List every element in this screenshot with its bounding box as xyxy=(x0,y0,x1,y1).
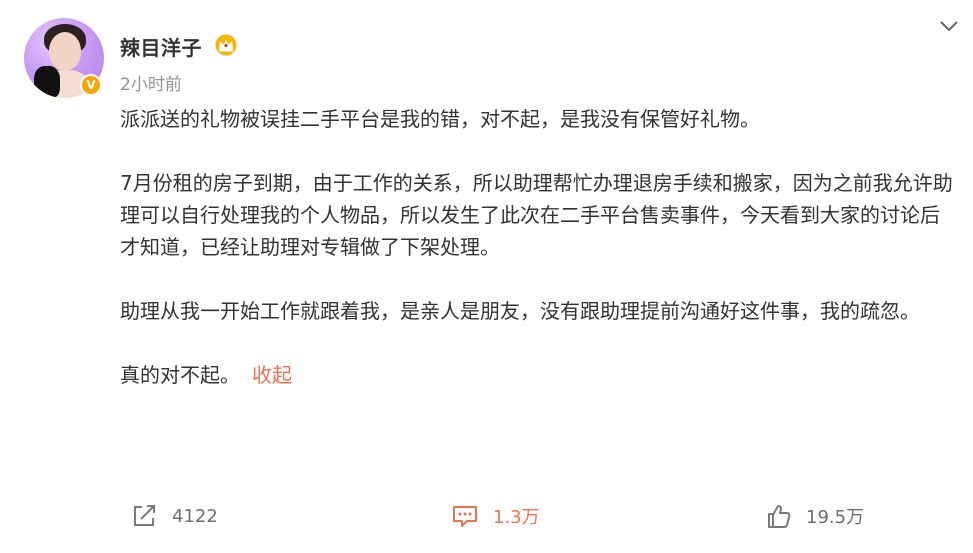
like-count: 19.5万 xyxy=(806,507,865,528)
repost-icon xyxy=(134,505,155,526)
post-content: 派派送的礼物被误挂二手平台是我的错，对不起，是我没有保管好礼物。 7月份租的房子… xyxy=(120,103,955,391)
post-time[interactable]: 2小时前 xyxy=(120,70,182,95)
verified-v-badge-icon: V xyxy=(80,74,102,96)
comment-icon xyxy=(453,506,477,527)
avatar-face xyxy=(49,32,81,70)
post-paragraph: 派派送的礼物被误挂二手平台是我的错，对不起，是我没有保管好礼物。 xyxy=(120,107,760,131)
author-name[interactable]: 辣目洋子 xyxy=(120,32,202,61)
comment-count: 1.3万 xyxy=(493,507,540,528)
like-button[interactable]: 19.5万 xyxy=(766,502,864,530)
post-paragraph: 助理从我一开始工作就跟着我，是亲人是朋友，没有跟助理提前沟通好这件事，我的疏忽。 xyxy=(120,299,920,323)
repost-count: 4122 xyxy=(172,505,218,527)
post-paragraph-last: 真的对不起。 收起 xyxy=(120,359,955,391)
post-paragraph: 7月份租的房子到期，由于工作的关系，所以助理帮忙办理退房手续和搬家，因为之前我允… xyxy=(120,171,953,259)
chevron-down-icon[interactable] xyxy=(937,14,961,38)
repost-button[interactable]: 4122 xyxy=(132,502,218,530)
post-closing-text: 真的对不起。 xyxy=(120,363,240,387)
member-crown-icon[interactable] xyxy=(214,34,238,56)
collapse-link[interactable]: 收起 xyxy=(252,363,292,387)
avatar-cat xyxy=(34,66,60,98)
thumbs-up-icon xyxy=(768,505,791,528)
comment-button[interactable]: 1.3万 xyxy=(451,502,540,530)
